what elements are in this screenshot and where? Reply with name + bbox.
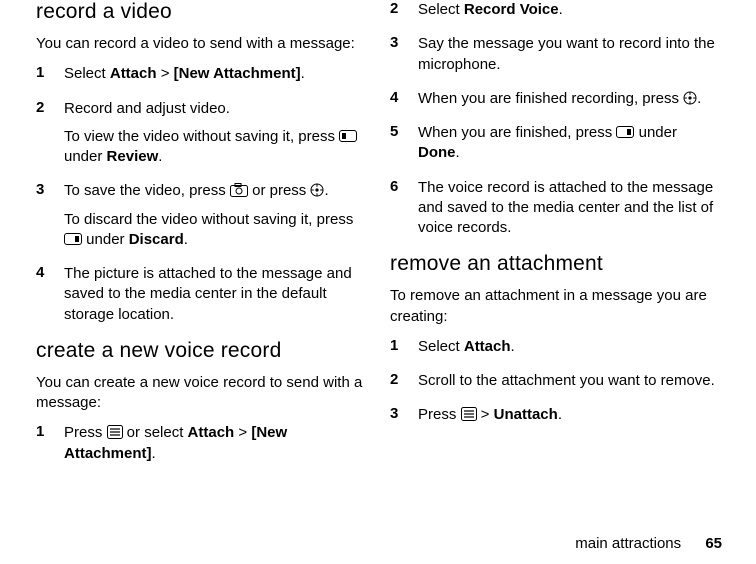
- step-body: The voice record is attached to the mess…: [418, 178, 720, 247]
- step: 2Record and adjust video. To view the vid…: [36, 99, 366, 176]
- step-number: 4: [36, 264, 64, 333]
- step-body: The picture is attached to the message a…: [64, 264, 366, 333]
- page-footer: main attractions 65: [575, 535, 722, 552]
- footer-page-number: 65: [705, 535, 722, 552]
- step-body: Press or select Attach > [New Attachment…: [64, 423, 366, 472]
- nav-center-icon: [683, 91, 697, 105]
- step-text: Press > Unattach.: [418, 405, 720, 425]
- step-body: Scroll to the attachment you want to rem…: [418, 371, 720, 399]
- nav-center-icon: [310, 183, 324, 197]
- step: 5When you are finished, press under Done…: [390, 123, 720, 172]
- step: 2Select Record Voice.: [390, 0, 720, 28]
- step-text: The voice record is attached to the mess…: [418, 178, 720, 239]
- step-body: Record and adjust video. To view the vide…: [64, 99, 366, 176]
- step-text: To discard the video without saving it, …: [64, 210, 366, 251]
- step-text: When you are finished, press under Done.: [418, 123, 720, 164]
- menu-icon: [461, 407, 477, 421]
- step: 4The picture is attached to the message …: [36, 264, 366, 333]
- step-number: 5: [390, 123, 418, 172]
- camera-icon: [230, 183, 248, 197]
- steps-create-voice-record: 1Press or select Attach > [New Attachmen…: [36, 423, 366, 472]
- softkey-right-icon: [64, 233, 82, 245]
- step-number: 3: [390, 34, 418, 83]
- step-body: When you are finished, press under Done.: [418, 123, 720, 172]
- step-number: 1: [390, 337, 418, 365]
- step-body: Say the message you want to record into …: [418, 34, 720, 83]
- step-text: Press or select Attach > [New Attachment…: [64, 423, 366, 464]
- step-body: Select Attach.: [418, 337, 720, 365]
- step-body: Press > Unattach.: [418, 405, 720, 433]
- step-text: Scroll to the attachment you want to rem…: [418, 371, 720, 391]
- step: 3Press > Unattach.: [390, 405, 720, 433]
- step: 1Select Attach > [New Attachment].: [36, 64, 366, 92]
- steps-record-video: 1Select Attach > [New Attachment].2Recor…: [36, 64, 366, 333]
- step: 2Scroll to the attachment you want to re…: [390, 371, 720, 399]
- step-number: 3: [390, 405, 418, 433]
- step-text: Select Attach > [New Attachment].: [64, 64, 366, 84]
- step-number: 1: [36, 423, 64, 472]
- step-text: When you are finished recording, press .: [418, 89, 720, 109]
- step: 1Select Attach.: [390, 337, 720, 365]
- step-number: 2: [390, 371, 418, 399]
- softkey-left-icon: [339, 130, 357, 142]
- step-number: 1: [36, 64, 64, 92]
- step-body: To save the video, press or press . To di…: [64, 181, 366, 258]
- step: 3To save the video, press or press . To d…: [36, 181, 366, 258]
- step-body: Select Attach > [New Attachment].: [64, 64, 366, 92]
- step-body: Select Record Voice.: [418, 0, 720, 28]
- steps-remove-attachment: 1Select Attach.2Scroll to the attachment…: [390, 337, 720, 434]
- intro-create-voice-record: You can create a new voice record to sen…: [36, 373, 366, 414]
- step-number: 3: [36, 181, 64, 258]
- step-text: To save the video, press or press .: [64, 181, 366, 201]
- step-number: 2: [390, 0, 418, 28]
- step-text: Select Attach.: [418, 337, 720, 357]
- step: 6The voice record is attached to the mes…: [390, 178, 720, 247]
- step-text: Record and adjust video.: [64, 99, 366, 119]
- softkey-right-icon: [616, 126, 634, 138]
- footer-section: main attractions: [575, 535, 681, 552]
- step: 3Say the message you want to record into…: [390, 34, 720, 83]
- step-text: Select Record Voice.: [418, 0, 720, 20]
- heading-remove-attachment: remove an attachment: [390, 252, 720, 276]
- step-text: To view the video without saving it, pre…: [64, 127, 366, 168]
- step-number: 4: [390, 89, 418, 117]
- step-body: When you are finished recording, press .: [418, 89, 720, 117]
- step-number: 6: [390, 178, 418, 247]
- step-number: 2: [36, 99, 64, 176]
- step-text: Say the message you want to record into …: [418, 34, 720, 75]
- heading-record-video: record a video: [36, 0, 366, 24]
- heading-create-voice-record: create a new voice record: [36, 339, 366, 363]
- menu-icon: [107, 425, 123, 439]
- step-text: The picture is attached to the message a…: [64, 264, 366, 325]
- intro-record-video: You can record a video to send with a me…: [36, 34, 366, 54]
- intro-remove-attachment: To remove an attachment in a message you…: [390, 286, 720, 327]
- step: 4When you are finished recording, press …: [390, 89, 720, 117]
- step: 1Press or select Attach > [New Attachmen…: [36, 423, 366, 472]
- steps-voice-record-continued: 2Select Record Voice.3Say the message yo…: [390, 0, 720, 246]
